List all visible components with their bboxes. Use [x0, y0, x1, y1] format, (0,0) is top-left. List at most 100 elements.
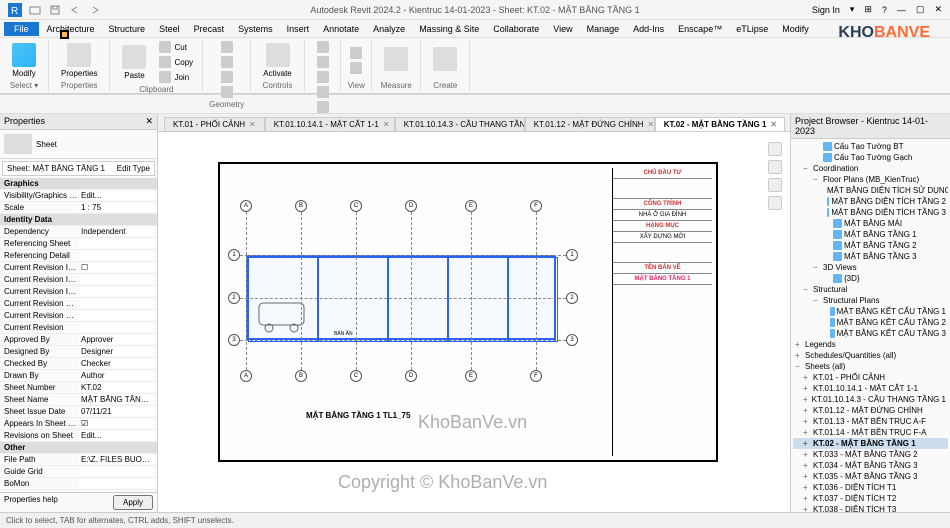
tree-toggle-icon[interactable]: + [803, 417, 811, 426]
tree-item[interactable]: MẶT BẰNG DIỆN TÍCH TẦNG 2 [793, 196, 948, 207]
ribbon-btn-tool[interactable] [314, 100, 332, 114]
tree-toggle-icon[interactable]: + [803, 450, 811, 459]
props-section-other[interactable]: Other [0, 442, 157, 454]
view-tab[interactable]: KT.02 - MẶT BẰNG TẦNG 1✕ [655, 117, 785, 131]
tree-toggle-icon[interactable]: + [803, 406, 811, 415]
tree-item[interactable]: +KT.01 - PHỐI CẢNH [793, 372, 948, 383]
view-tab[interactable]: KT.01.10.14.1 - MẶT CẮT 1-1✕ [265, 117, 395, 131]
ribbon-btn-tool[interactable] [218, 40, 236, 54]
tree-toggle-icon[interactable]: + [803, 373, 811, 382]
tree-item[interactable]: +KT.01.10.14.1 - MẶT CẮT 1-1 [793, 383, 948, 394]
props-row[interactable]: Designed ByDesigner [0, 346, 157, 358]
tree-toggle-icon[interactable]: + [795, 340, 803, 349]
props-row[interactable]: Scale1 : 75 [0, 202, 157, 214]
ribbon-btn-join[interactable]: Join [156, 70, 196, 84]
menu-precast[interactable]: Precast [188, 22, 231, 36]
props-row[interactable]: Sheet NumberKT.02 [0, 382, 157, 394]
tree-item[interactable]: +Legends [793, 339, 948, 350]
view-tab[interactable]: KT.01.10.14.3 - CẦU THANG TẦNG 1✕ [395, 117, 525, 131]
tree-toggle-icon[interactable]: + [803, 439, 811, 448]
ribbon-btn-cut[interactable]: Cut [156, 40, 196, 54]
props-row[interactable]: Current Revision Date [0, 298, 157, 310]
props-row[interactable]: Sheet NameMẶT BẰNG TẦNG 1 [0, 394, 157, 406]
tree-item[interactable]: −Structural [793, 284, 948, 295]
properties-help-link[interactable]: Properties help [4, 495, 58, 510]
tree-item[interactable]: +KT.01.14 - MẶT BÊN TRỤC F-A [793, 427, 948, 438]
properties-header[interactable]: Properties ✕ [0, 114, 157, 130]
type-name[interactable]: Sheet [36, 140, 57, 149]
redo-icon[interactable] [88, 3, 102, 17]
tree-item[interactable]: +KT.01.12 - MẶT ĐỨNG CHÍNH [793, 405, 948, 416]
menu-massingsite[interactable]: Massing & Site [413, 22, 485, 36]
props-row[interactable]: File PathE:\Z. FILES BUON BAN\NH... [0, 454, 157, 466]
tab-close-icon[interactable]: ✕ [383, 120, 390, 129]
props-row[interactable]: Current Revision Issued☐ [0, 262, 157, 274]
props-row[interactable]: Appears In Sheet List☑ [0, 418, 157, 430]
tree-item[interactable]: +Schedules/Quantities (all) [793, 350, 948, 361]
nav-wheel-icon[interactable] [768, 160, 782, 174]
menu-steel[interactable]: Steel [153, 22, 186, 36]
ribbon-btn-paste[interactable]: Paste [116, 43, 152, 82]
help-icon[interactable]: ? [882, 5, 887, 15]
menu-manage[interactable]: Manage [581, 22, 626, 36]
view-tab[interactable]: KT.01.12 - MẶT ĐỨNG CHÍNH✕ [525, 117, 655, 131]
titleblock[interactable]: CHỦ ĐẦU TƯCÔNG TRÌNHNHÀ Ở GIA ĐÌNHHẠNG M… [612, 168, 712, 456]
tree-toggle-icon[interactable]: − [813, 263, 821, 272]
tree-toggle-icon[interactable]: + [803, 395, 810, 404]
signin-dropdown-icon[interactable]: ▾ [850, 4, 855, 15]
drawing-canvas[interactable]: BÀN ĂN MẶT BẰNG TẦNG 1 TL1_75 AABBCCDDEE… [158, 132, 790, 512]
view-tab[interactable]: KT.01 - PHỐI CẢNH✕ [164, 117, 265, 131]
tree-item[interactable]: MẶT BẰNG TẦNG 1 [793, 229, 948, 240]
ribbon-btn-tool[interactable] [378, 45, 414, 75]
tree-item[interactable]: −3D Views [793, 262, 948, 273]
tree-toggle-icon[interactable]: − [813, 296, 821, 305]
tree-item[interactable]: +KT.035 - MẶT BẰNG TẦNG 3 [793, 471, 948, 482]
props-row[interactable]: Referencing Sheet [0, 238, 157, 250]
menu-file[interactable]: File [4, 22, 39, 36]
props-row[interactable]: Checked ByChecker [0, 358, 157, 370]
tree-item[interactable]: MẶT BẰNG KẾT CẤU TẦNG 1 [793, 306, 948, 317]
tree-item[interactable]: MẶT BẰNG TẦNG 3 [793, 251, 948, 262]
ribbon-btn-activate[interactable]: Activate [257, 41, 297, 80]
tree-item[interactable]: +KT.034 - MẶT BẰNG TẦNG 3 [793, 460, 948, 471]
menu-structure[interactable]: Structure [103, 22, 152, 36]
props-row[interactable]: DependencyIndependent [0, 226, 157, 238]
tree-toggle-icon[interactable]: + [803, 384, 811, 393]
menu-collaborate[interactable]: Collaborate [487, 22, 545, 36]
apply-button[interactable]: Apply [113, 495, 153, 510]
tree-item[interactable]: MẶT BẰNG KẾT CẤU TẦNG 2 [793, 317, 948, 328]
tree-toggle-icon[interactable]: − [803, 164, 811, 173]
props-row[interactable]: Current Revision Issued By [0, 274, 157, 286]
ribbon-btn-tool[interactable] [427, 45, 463, 75]
ribbon-btn-tool[interactable] [347, 61, 365, 75]
menu-systems[interactable]: Systems [232, 22, 279, 36]
menu-architecture[interactable]: Architecture [41, 22, 101, 36]
props-row[interactable]: Approved ByApprover [0, 334, 157, 346]
props-section-graphics[interactable]: Graphics [0, 178, 157, 190]
tree-item[interactable]: −Structural Plans [793, 295, 948, 306]
props-row[interactable]: Visibility/Graphics Overrid...Edit... [0, 190, 157, 202]
tree-item[interactable]: MẶT BẰNG DIỆN TÍCH SỬ DỤNG BẰN [793, 185, 948, 196]
tree-toggle-icon[interactable]: + [803, 483, 811, 492]
ribbon-btn-tool[interactable] [347, 46, 365, 60]
tree-toggle-icon[interactable]: − [803, 285, 811, 294]
ribbon-btn-modify[interactable]: Modify [6, 41, 42, 80]
menu-addins[interactable]: Add-Ins [627, 22, 670, 36]
menu-view[interactable]: View [547, 22, 578, 36]
signin-button[interactable]: Sign In [812, 5, 840, 15]
menu-modify[interactable]: Modify [776, 22, 815, 36]
tree-toggle-icon[interactable]: + [803, 505, 811, 512]
menu-analyze[interactable]: Analyze [367, 22, 411, 36]
ribbon-btn-properties[interactable]: Properties [55, 41, 103, 80]
tree-toggle-icon[interactable]: + [803, 494, 811, 503]
tab-close-icon[interactable]: ✕ [249, 120, 256, 129]
menu-etlipse[interactable]: eTLipse [730, 22, 774, 36]
ribbon-btn-tool[interactable] [218, 55, 236, 69]
nav-home-icon[interactable] [768, 142, 782, 156]
close-panel-icon[interactable]: ✕ [145, 116, 153, 127]
close-icon[interactable]: ✕ [934, 4, 942, 15]
open-icon[interactable] [28, 3, 42, 17]
props-row[interactable]: Guide Grid [0, 466, 157, 478]
props-row[interactable]: Current Revision Issued To [0, 286, 157, 298]
tree-item[interactable]: +KT.038 - DIỆN TÍCH T3 [793, 504, 948, 512]
